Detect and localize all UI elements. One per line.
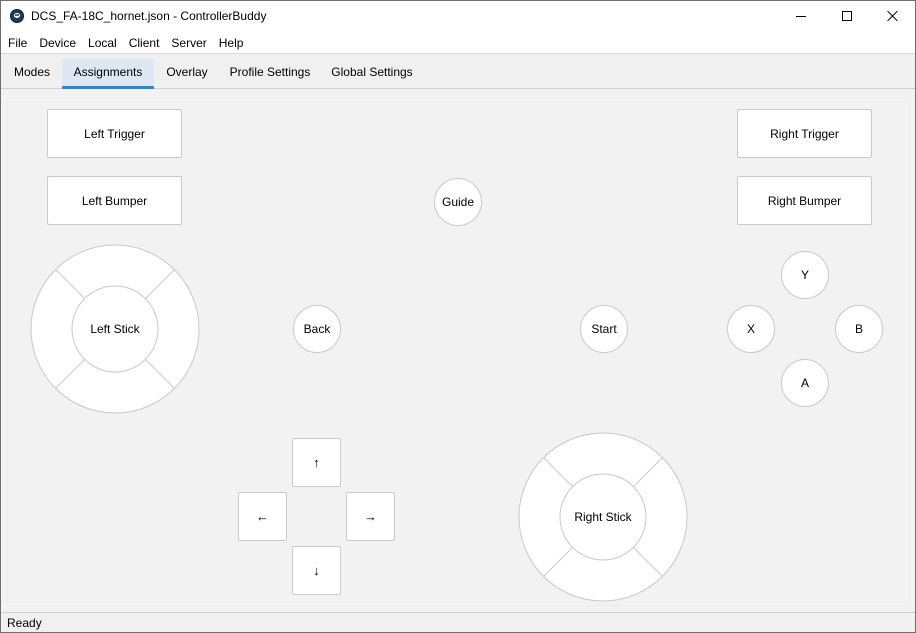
tab-overlay[interactable]: Overlay	[156, 59, 218, 89]
menu-help[interactable]: Help	[213, 32, 250, 54]
status-bar: Ready	[1, 612, 915, 632]
maximize-icon	[842, 11, 852, 21]
left-stick-button[interactable]: Left Stick	[72, 286, 158, 372]
status-text: Ready	[7, 616, 42, 630]
menu-local[interactable]: Local	[82, 32, 123, 54]
a-button[interactable]: A	[781, 359, 829, 407]
x-button[interactable]: X	[727, 305, 775, 353]
tab-bar: Modes Assignments Overlay Profile Settin…	[1, 55, 915, 89]
tab-modes[interactable]: Modes	[3, 59, 61, 89]
b-button[interactable]: B	[835, 305, 883, 353]
left-stick[interactable]: Left Stick	[30, 244, 200, 414]
close-button[interactable]	[870, 1, 915, 31]
tab-assignments[interactable]: Assignments	[62, 59, 154, 89]
maximize-button[interactable]	[824, 1, 870, 31]
menu-server[interactable]: Server	[165, 32, 212, 54]
guide-button[interactable]: Guide	[434, 178, 482, 226]
menu-file[interactable]: File	[2, 32, 33, 54]
right-bumper-button[interactable]: Right Bumper	[737, 176, 872, 225]
minimize-button[interactable]	[778, 1, 824, 31]
y-button[interactable]: Y	[781, 251, 829, 299]
dpad-left-button[interactable]: ←	[238, 492, 287, 541]
back-button[interactable]: Back	[293, 305, 341, 353]
right-stick-button[interactable]: Right Stick	[560, 474, 646, 560]
start-button[interactable]: Start	[580, 305, 628, 353]
minimize-icon	[796, 15, 806, 17]
tab-global-settings[interactable]: Global Settings	[322, 59, 422, 89]
title-bar[interactable]: DCS_FA-18C_hornet.json - ControllerBuddy	[1, 1, 915, 32]
controllerbuddy-icon	[10, 9, 24, 23]
window-title: DCS_FA-18C_hornet.json - ControllerBuddy	[31, 9, 267, 23]
close-icon	[887, 10, 899, 22]
menu-client[interactable]: Client	[123, 32, 166, 54]
dpad-right-button[interactable]: →	[346, 492, 395, 541]
dpad-up-button[interactable]: ↑	[292, 438, 341, 487]
left-bumper-button[interactable]: Left Bumper	[47, 176, 182, 225]
right-stick[interactable]: Right Stick	[518, 432, 688, 602]
menu-bar: File Device Local Client Server Help	[1, 32, 915, 54]
left-trigger-button[interactable]: Left Trigger	[47, 109, 182, 158]
menu-device[interactable]: Device	[33, 32, 82, 54]
dpad-down-button[interactable]: ↓	[292, 546, 341, 595]
right-trigger-button[interactable]: Right Trigger	[737, 109, 872, 158]
tab-profile-settings[interactable]: Profile Settings	[220, 59, 320, 89]
app-window: DCS_FA-18C_hornet.json - ControllerBuddy…	[0, 0, 916, 633]
